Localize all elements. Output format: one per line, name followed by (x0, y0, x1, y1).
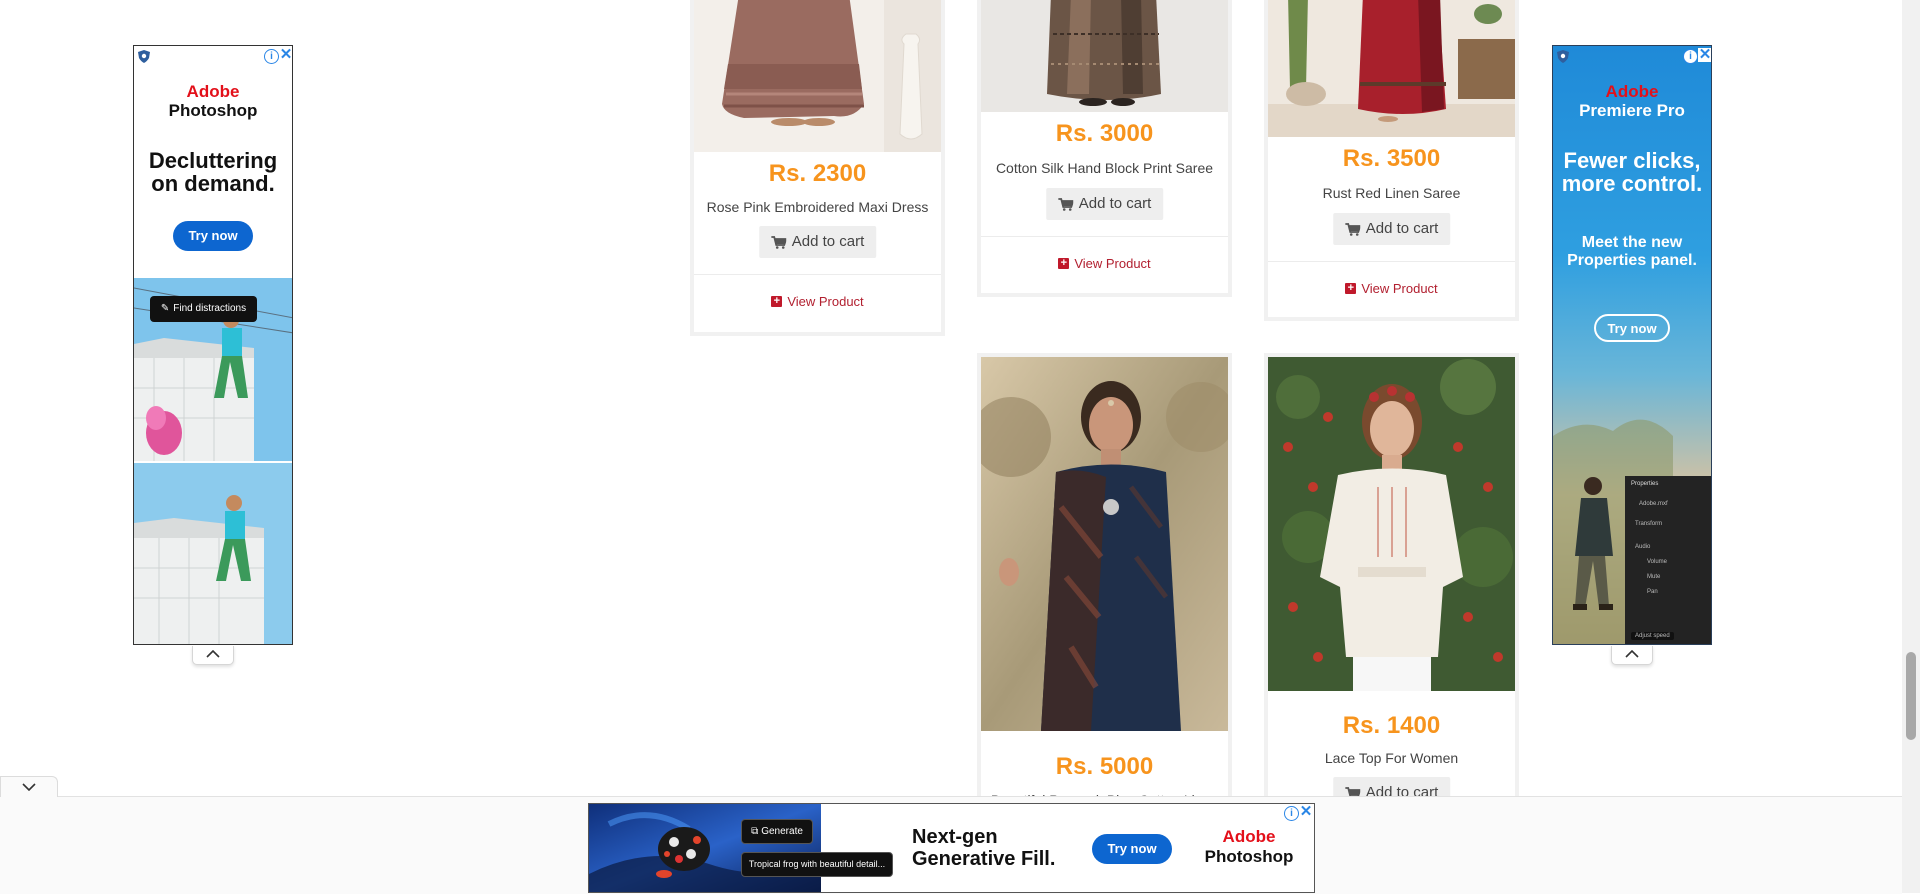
card-divider (981, 236, 1228, 237)
close-ad-icon[interactable]: ✕ (279, 47, 292, 62)
add-to-cart-label: Add to cart (1365, 220, 1439, 237)
close-ad-icon[interactable]: ✕ (1299, 804, 1313, 819)
product-price: Rs. 3000 (1055, 120, 1154, 147)
ad-subhead: Meet the new Properties panel. (1567, 234, 1697, 269)
product-card: Rs. 5000 Beautiful Peacock Blue Cotton L… (977, 353, 1232, 808)
external-link-icon: ⧉ (751, 826, 759, 837)
prompt-chip: Tropical frog with beautiful detail... (741, 852, 893, 877)
bottom-ad-brand-line2: Photoshop (1204, 847, 1294, 866)
product-image[interactable] (1268, 357, 1515, 691)
ad-brand-line2: Premiere Pro (1579, 101, 1685, 120)
product-card: Rs. 3000 Cotton Silk Hand Block Print Sa… (977, 0, 1232, 297)
product-price: Rs. 3500 (1342, 145, 1441, 172)
bottom-ad-headline-1: Next-gen (912, 826, 998, 848)
ad-brand-line2: Photoshop (168, 101, 258, 120)
panel-item-mute: Mute (1647, 574, 1661, 580)
product-name[interactable]: Cotton Silk Hand Block Print Saree (981, 160, 1228, 176)
ad-try-now-button[interactable]: Try now (1594, 314, 1670, 342)
product-image[interactable] (1268, 0, 1515, 137)
collapse-right-ad-button[interactable] (1611, 646, 1653, 665)
plus-icon: + (1345, 283, 1357, 295)
close-ad-icon[interactable]: ✕ (1698, 47, 1711, 62)
add-to-cart-label: Add to cart (791, 233, 865, 250)
wand-icon: ✎ (160, 303, 170, 314)
generate-chip: ⧉ Generate (741, 819, 813, 844)
ad-shield-icon (1557, 50, 1569, 63)
product-image[interactable] (694, 0, 941, 152)
chevron-down-icon (22, 783, 36, 791)
product-price: Rs. 5000 (1055, 753, 1154, 780)
product-name[interactable]: Lace Top For Women (1268, 750, 1515, 766)
ad-photo-bottom (134, 463, 292, 644)
panel-footer: Adjust speed (1631, 632, 1674, 640)
ad-headline: Decluttering on demand. (148, 148, 278, 197)
panel-title: Properties (1631, 481, 1659, 487)
ad-chip: ✎ Find distractions (150, 296, 257, 322)
cart-icon (770, 235, 786, 249)
panel-item-volume: Volume (1647, 559, 1668, 565)
scrollbar-thumb[interactable] (1906, 652, 1916, 740)
chevron-up-icon (206, 650, 220, 658)
scrollbar-track[interactable] (1902, 0, 1920, 893)
cart-icon (1344, 222, 1360, 236)
right-side-ad[interactable]: i ✕ Adobe Premiere Pro Fewer clicks, mor… (1552, 45, 1712, 645)
view-product-link[interactable]: + View Product (694, 294, 941, 309)
product-name[interactable]: Rose Pink Embroidered Maxi Dress (694, 199, 941, 215)
view-product-link[interactable]: + View Product (981, 256, 1228, 271)
ad-chip-label: Find distractions (173, 303, 247, 314)
product-card: Rs. 1400 Lace Top For Women Add to cart (1264, 353, 1519, 809)
add-to-cart-button[interactable]: Add to cart (1045, 188, 1164, 220)
bottom-ad-try-now-button[interactable]: Try now (1092, 834, 1172, 864)
bottom-ad-brand-line1: Adobe (1222, 827, 1276, 846)
chevron-up-icon (1625, 650, 1639, 658)
adchoices-icon[interactable]: i (264, 49, 279, 64)
ad-headline: Fewer clicks, more control. (1561, 148, 1703, 197)
ad-brand-line1: Adobe (1605, 82, 1659, 101)
bottom-ad-image (589, 804, 821, 892)
card-divider (694, 274, 941, 275)
properties-panel: Properties Adobe.mxf Transform Audio Vol… (1625, 476, 1711, 644)
view-product-label: View Product (1074, 256, 1151, 271)
product-card: Rs. 3500 Rust Red Linen Saree Add to car… (1264, 0, 1519, 321)
view-product-label: View Product (787, 294, 864, 309)
product-image[interactable] (981, 0, 1228, 112)
collapse-bottom-ad-button[interactable] (0, 776, 58, 797)
cart-icon (1057, 197, 1073, 211)
add-to-cart-label: Add to cart (1078, 195, 1152, 212)
ad-try-now-button[interactable]: Try now (173, 221, 253, 251)
generate-label: Generate (761, 826, 803, 837)
panel-file: Adobe.mxf (1639, 501, 1668, 507)
product-price: Rs. 1400 (1342, 712, 1441, 739)
product-image[interactable] (981, 357, 1228, 731)
product-price: Rs. 2300 (768, 160, 867, 187)
adchoices-icon[interactable]: i (1683, 49, 1698, 64)
ad-shield-icon (138, 50, 150, 63)
plus-icon: + (1058, 258, 1070, 270)
card-divider (1268, 261, 1515, 262)
view-product-link[interactable]: + View Product (1268, 281, 1515, 296)
bottom-ad[interactable]: ⧉ Generate Tropical frog with beautiful d… (588, 803, 1315, 893)
bottom-ad-headline-2: Generative Fill. (912, 848, 1056, 870)
product-card: Rs. 2300 Rose Pink Embroidered Maxi Dres… (690, 0, 945, 336)
panel-item-transform: Transform (1635, 521, 1663, 527)
product-name[interactable]: Rust Red Linen Saree (1268, 185, 1515, 201)
ad-brand-line1: Adobe (186, 82, 240, 101)
collapse-left-ad-button[interactable] (192, 646, 234, 665)
panel-item-pan: Pan (1647, 589, 1658, 595)
view-product-label: View Product (1361, 281, 1438, 296)
adchoices-icon[interactable]: i (1284, 806, 1299, 821)
left-side-ad[interactable]: i ✕ Adobe Photoshop Decluttering on dema… (133, 45, 293, 645)
add-to-cart-button[interactable]: Add to cart (1332, 213, 1451, 245)
panel-item-audio: Audio (1635, 544, 1651, 550)
plus-icon: + (771, 296, 783, 308)
add-to-cart-button[interactable]: Add to cart (758, 226, 877, 258)
